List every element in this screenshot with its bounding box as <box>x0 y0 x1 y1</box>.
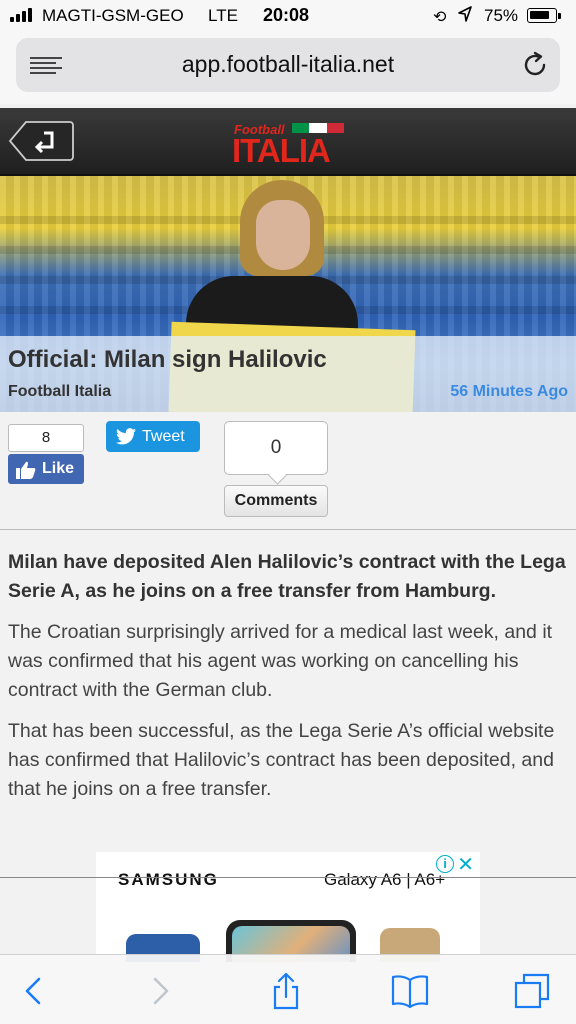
url-text[interactable]: app.football-italia.net <box>16 51 560 78</box>
hero-image[interactable]: Official: Milan sign Halilovic Football … <box>0 176 576 412</box>
article-paragraph: The Croatian surprisingly arrived for a … <box>8 621 553 701</box>
ad-brand: SAMSUNG <box>118 870 219 889</box>
article-body: Milan have deposited Alen Halilovic’s co… <box>8 548 568 816</box>
bookmarks-icon[interactable] <box>390 971 430 1011</box>
signal-icon <box>10 8 32 22</box>
article-source: Football Italia <box>8 383 112 400</box>
facebook-like-count: 8 <box>8 424 84 452</box>
tabs-icon[interactable] <box>512 971 552 1011</box>
back-button[interactable] <box>8 120 74 162</box>
site-logo[interactable]: Football ITALIA <box>232 120 346 169</box>
battery-icon <box>527 8 561 23</box>
twitter-bird-icon <box>116 428 136 445</box>
thumbs-up-icon <box>16 461 36 479</box>
address-bar[interactable]: app.football-italia.net <box>16 38 560 92</box>
ad-close-icon[interactable]: ✕ <box>457 852 474 877</box>
share-icon[interactable] <box>266 971 306 1011</box>
article-lead: Milan have deposited Alen Halilovic’s co… <box>8 551 566 602</box>
browser-toolbar <box>0 954 576 1024</box>
divider <box>0 877 576 878</box>
article-title: Official: Milan sign Halilovic <box>8 346 327 373</box>
article-paragraph: That has been successful, as the Lega Se… <box>8 720 555 800</box>
clock: 20:08 <box>263 5 310 25</box>
facebook-like-widget[interactable]: 8 Like <box>8 424 84 484</box>
carrier-name: MAGTI-GSM-GEO <box>42 6 184 25</box>
orientation-lock-icon: ⟲ <box>433 9 447 26</box>
network-type: LTE <box>208 6 238 25</box>
article-time: 56 Minutes Ago <box>450 383 568 400</box>
social-share-row: 8 Like Tweet 0 Comments <box>0 412 576 530</box>
logo-big-text: ITALIA <box>232 132 331 169</box>
back-icon[interactable] <box>14 971 54 1011</box>
site-header: Football ITALIA <box>0 108 576 176</box>
samsung-ad[interactable]: SAMSUNG Galaxy A6 | A6+ i ✕ <box>96 852 480 962</box>
tweet-label: Tweet <box>142 428 185 445</box>
reload-icon[interactable] <box>520 50 550 80</box>
tweet-button[interactable]: Tweet <box>106 421 200 452</box>
ad-product: Galaxy A6 | A6+ <box>324 870 446 889</box>
comments-button[interactable]: Comments <box>224 485 328 517</box>
ad-info-icon[interactable]: i <box>436 855 454 873</box>
location-arrow-icon <box>458 6 472 27</box>
battery-percent: 75% <box>484 6 519 25</box>
forward-icon[interactable] <box>140 971 180 1011</box>
browser-address-area: app.football-italia.net <box>0 32 576 104</box>
comments-count-bubble[interactable]: 0 <box>224 421 328 475</box>
status-bar: MAGTI-GSM-GEO LTE 20:08 ⟲ 75% <box>0 0 576 32</box>
